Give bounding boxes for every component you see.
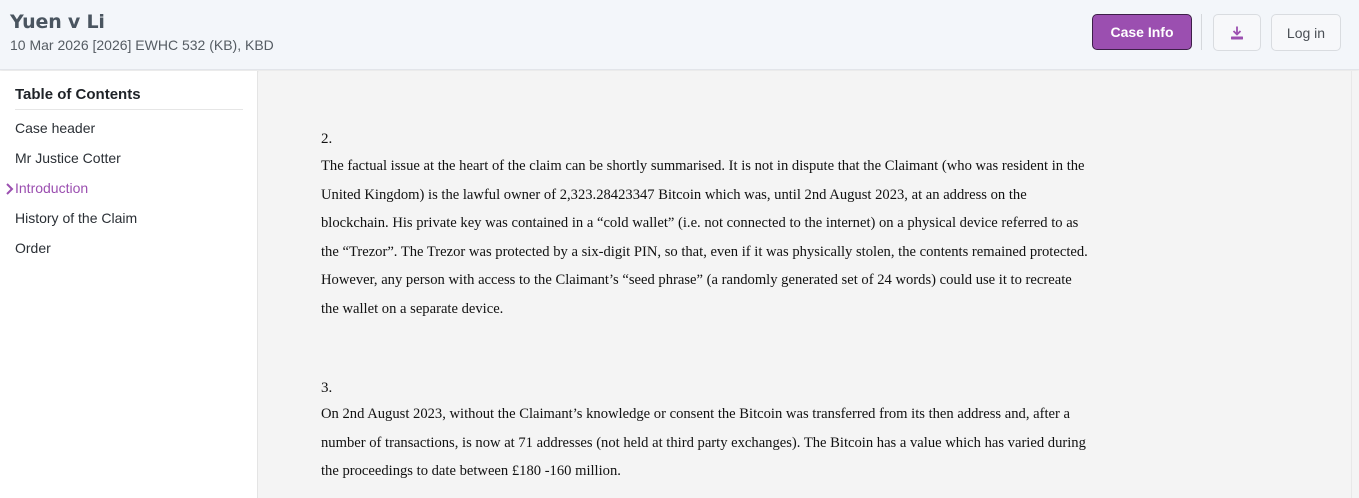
- case-title: Yuen v Li: [10, 11, 105, 33]
- toc-item-history-of-the-claim[interactable]: History of the Claim: [15, 210, 137, 226]
- toc-item-mr-justice-cotter[interactable]: Mr Justice Cotter: [15, 150, 121, 166]
- download-icon: [1231, 26, 1243, 39]
- toc-title: Table of Contents: [15, 86, 243, 110]
- paragraph-text: On 2nd August 2023, without the Claimant…: [321, 406, 1086, 480]
- chevron-right-icon: [6, 183, 14, 195]
- toc-item-order[interactable]: Order: [15, 240, 51, 256]
- case-info-button[interactable]: Case Info: [1092, 14, 1192, 50]
- download-button[interactable]: [1213, 14, 1261, 51]
- paragraph-number: 2.: [321, 131, 333, 147]
- paragraph-number: 3.: [321, 380, 333, 396]
- toc-item-case-header[interactable]: Case header: [15, 120, 95, 136]
- toc-item-introduction[interactable]: Introduction: [15, 180, 88, 196]
- header-divider: [1201, 14, 1202, 50]
- judgment-content: 2. The factual issue at the heart of the…: [259, 71, 1351, 498]
- table-of-contents-sidebar: Table of Contents Case header Mr Justice…: [0, 71, 258, 498]
- top-header: Yuen v Li 10 Mar 2026 [2026] EWHC 532 (K…: [0, 0, 1359, 70]
- paragraph-text: The factual issue at the heart of the cl…: [321, 158, 1088, 317]
- login-button[interactable]: Log in: [1271, 14, 1341, 51]
- case-citation: 10 Mar 2026 [2026] EWHC 532 (KB), KBD: [10, 37, 274, 53]
- scrollbar[interactable]: [1351, 71, 1359, 498]
